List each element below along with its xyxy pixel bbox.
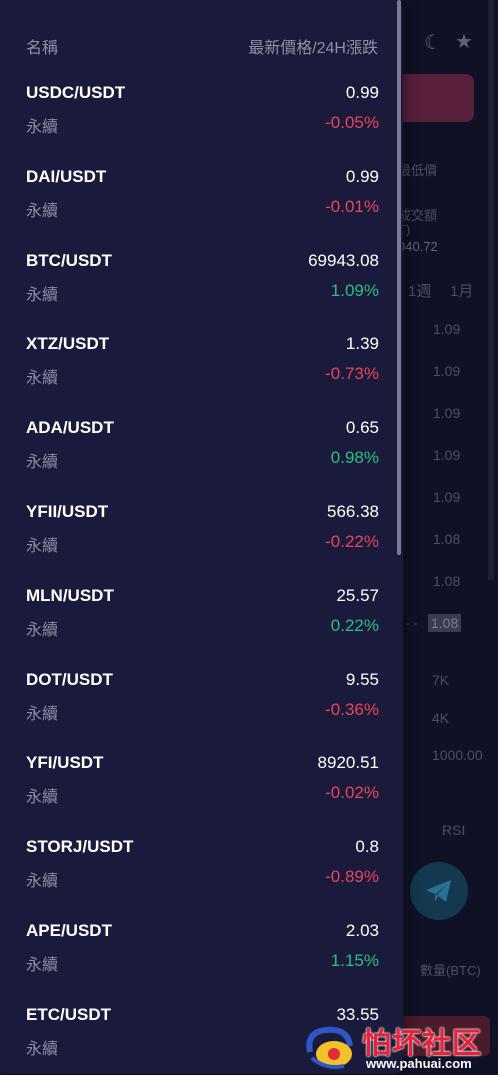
market-list-drawer: 名稱 最新價格/24H漲跌 USDC/USDT 永續 0.99 -0.05% DAI/U… bbox=[0, 0, 403, 1074]
change-24h: -0.89% bbox=[325, 867, 379, 886]
drawer-scrollbar[interactable] bbox=[397, 0, 401, 555]
market-pair-row[interactable]: MLN/USDT 永續 25.57 0.22% bbox=[26, 586, 379, 656]
market-pair-row[interactable]: STORJ/USDT 永續 0.8 -0.89% bbox=[26, 837, 379, 907]
contract-type: 永續 bbox=[26, 957, 59, 974]
bg-depth-price: 1.09 bbox=[433, 489, 461, 505]
change-24h: -0.02% bbox=[325, 783, 379, 802]
pair-symbol: BTC/USDT bbox=[26, 251, 112, 270]
last-price: 8920.51 bbox=[317, 753, 379, 772]
contract-type: 永續 bbox=[26, 873, 59, 890]
pair-symbol: ETC/USDT bbox=[26, 1005, 111, 1024]
market-pair-row[interactable]: YFI/USDT 永續 8920.51 -0.02% bbox=[26, 753, 379, 823]
pair-symbol: APE/USDT bbox=[26, 921, 112, 940]
pair-symbol: MLN/USDT bbox=[26, 586, 114, 605]
contract-type: 永續 bbox=[26, 119, 59, 136]
contract-type: 永續 bbox=[26, 538, 59, 555]
market-pair-row[interactable]: DOT/USDT 永續 9.55 -0.36% bbox=[26, 670, 379, 740]
change-24h: -0.36% bbox=[325, 700, 379, 719]
last-price: 1.39 bbox=[345, 334, 379, 353]
bg-depth-price: 1.08 bbox=[433, 531, 461, 547]
bg-volume-axis: 7K bbox=[432, 672, 450, 688]
last-price: 2.03 bbox=[345, 921, 379, 940]
bg-depth-price: 1.09 bbox=[433, 321, 461, 337]
contract-type: 永續 bbox=[26, 706, 59, 723]
change-24h: -0.05% bbox=[325, 113, 379, 132]
bg-range-week: 1週 bbox=[408, 283, 432, 300]
bg-depth-price: 1.09 bbox=[433, 447, 461, 463]
watermark: 怕坏社区 www.pahuai.com bbox=[300, 1018, 498, 1074]
background-action-button bbox=[398, 74, 474, 122]
market-pair-row[interactable]: YFII/USDT 永續 566.38 -0.22% bbox=[26, 502, 379, 572]
pair-symbol: USDC/USDT bbox=[26, 83, 126, 102]
bg-low-label: 最低價 bbox=[398, 163, 438, 178]
last-price: 0.65 bbox=[345, 418, 379, 437]
last-price: 9.55 bbox=[345, 670, 379, 689]
last-price: 0.99 bbox=[345, 167, 379, 186]
star-icon[interactable]: ★ bbox=[455, 29, 473, 54]
contract-type: 永續 bbox=[26, 287, 59, 304]
pair-symbol: YFII/USDT bbox=[26, 502, 109, 521]
pair-symbol: ADA/USDT bbox=[26, 418, 114, 437]
market-pair-row[interactable]: APE/USDT 永續 2.03 1.15% bbox=[26, 921, 379, 991]
contract-type: 永續 bbox=[26, 203, 59, 220]
contract-type: 永續 bbox=[26, 622, 59, 639]
watermark-url: www.pahuai.com bbox=[366, 1056, 472, 1071]
market-pair-row[interactable]: ADA/USDT 永續 0.65 0.98% bbox=[26, 418, 379, 488]
last-price: 0.99 bbox=[345, 83, 379, 102]
telegram-button[interactable] bbox=[410, 862, 468, 920]
market-pair-row[interactable]: BTC/USDT 永續 69943.08 1.09% bbox=[26, 251, 379, 321]
last-price: 0.8 bbox=[355, 837, 379, 856]
bg-indicator-rsi: RSI bbox=[442, 822, 466, 838]
pair-symbol: DAI/USDT bbox=[26, 167, 107, 186]
contract-type: 永續 bbox=[26, 454, 59, 471]
telegram-icon bbox=[426, 880, 451, 902]
contract-type: 永續 bbox=[26, 370, 59, 387]
watermark-logo-icon bbox=[306, 1026, 353, 1069]
market-pair-row[interactable]: USDC/USDT 永續 0.99 -0.05% bbox=[26, 83, 379, 153]
bg-range-month: 1月 bbox=[450, 283, 474, 300]
bg-dash-line: - - bbox=[406, 616, 418, 630]
change-24h: 1.09% bbox=[330, 281, 379, 300]
change-24h: 0.98% bbox=[330, 448, 379, 467]
change-24h: -0.01% bbox=[325, 197, 379, 216]
bg-volume-value: 040.72 bbox=[398, 239, 438, 254]
bg-qty-label: 數量(BTC) bbox=[420, 963, 481, 978]
bg-depth-price: 1.09 bbox=[433, 363, 461, 379]
last-price: 25.57 bbox=[336, 586, 379, 605]
bg-depth-price: 1.09 bbox=[433, 405, 461, 421]
change-24h: 0.22% bbox=[330, 616, 379, 635]
market-pair-row[interactable]: XTZ/USDT 永續 1.39 -0.73% bbox=[26, 334, 379, 404]
background-scrollbar bbox=[488, 0, 494, 580]
change-24h: -0.22% bbox=[325, 532, 379, 551]
change-24h: -0.73% bbox=[325, 364, 379, 383]
last-price: 69943.08 bbox=[308, 251, 379, 270]
moon-icon[interactable]: ☾ bbox=[424, 30, 442, 55]
price-change-column-header: 最新價格/24H漲跌 bbox=[248, 40, 378, 57]
contract-type: 永續 bbox=[26, 789, 59, 806]
bg-volume-axis: 1000.00 bbox=[432, 747, 483, 763]
market-pair-row[interactable]: DAI/USDT 永續 0.99 -0.01% bbox=[26, 167, 379, 237]
last-price: 566.38 bbox=[327, 502, 379, 521]
pair-symbol: XTZ/USDT bbox=[26, 334, 110, 353]
bg-depth-price: 1.08 bbox=[433, 573, 461, 589]
bg-current-price-tag: 1.08 bbox=[428, 614, 462, 632]
name-column-header: 名稱 bbox=[26, 40, 59, 57]
list-header: 名稱 最新價格/24H漲跌 bbox=[26, 34, 378, 57]
bg-volume-axis: 4K bbox=[432, 710, 450, 726]
pair-symbol: DOT/USDT bbox=[26, 670, 113, 689]
change-24h: 1.15% bbox=[330, 951, 379, 970]
pair-symbol: STORJ/USDT bbox=[26, 837, 134, 856]
pair-symbol: YFI/USDT bbox=[26, 753, 104, 772]
contract-type: 永續 bbox=[26, 1041, 59, 1058]
